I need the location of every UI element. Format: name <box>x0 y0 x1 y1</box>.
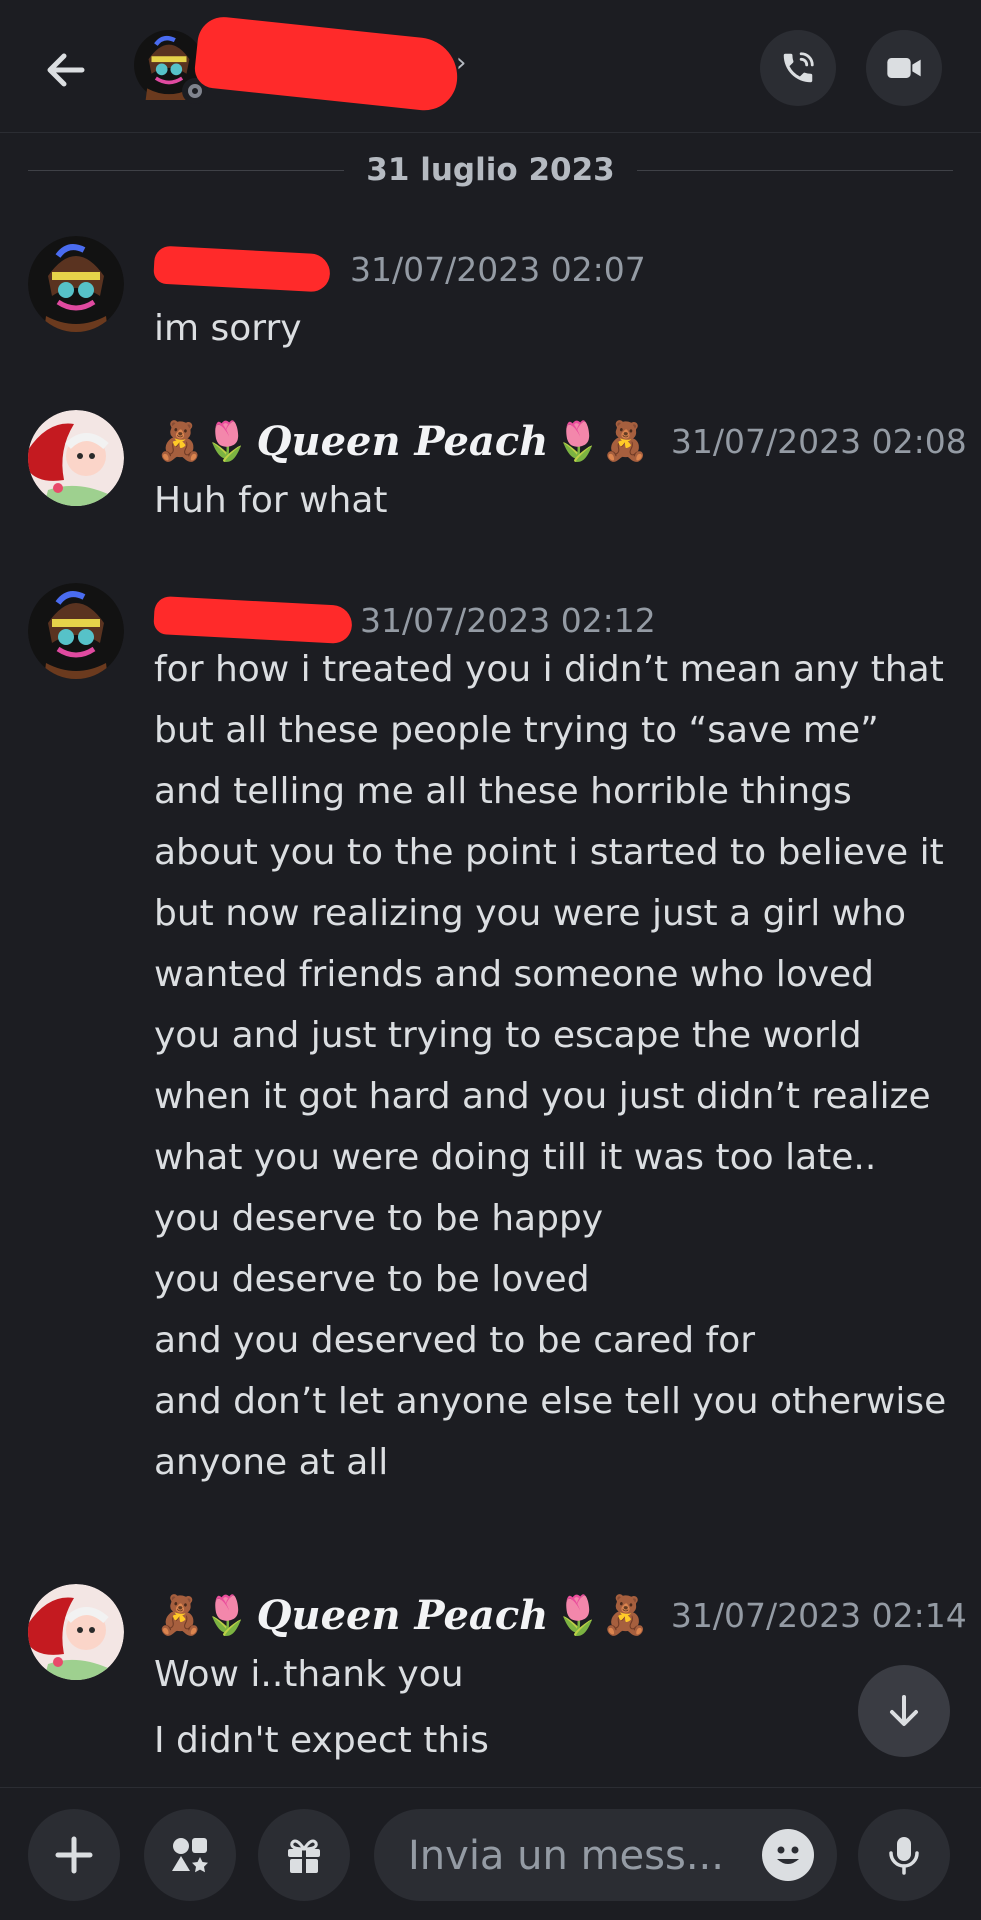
message-line: you deserve to be loved <box>154 1259 590 1300</box>
divider-date: 31 luglio 2023 <box>366 152 615 188</box>
author-name[interactable]: Queen Peach <box>257 1592 549 1639</box>
date-divider: 31 luglio 2023 <box>28 148 954 192</box>
message-line: im sorry <box>154 308 302 349</box>
back-arrow-icon[interactable] <box>36 40 96 100</box>
emoji-icon <box>777 1846 799 1864</box>
author-avatar[interactable] <box>28 410 124 506</box>
message-line: what you were doing till it was too late… <box>154 1137 877 1178</box>
video-camera-icon <box>887 58 921 78</box>
message-line: anyone at all <box>154 1442 389 1483</box>
phone-call-icon <box>783 52 814 83</box>
message-line: but now realizing you were just a girl w… <box>154 893 906 934</box>
message-composer <box>0 1787 981 1920</box>
gift-button[interactable] <box>258 1809 350 1901</box>
message-timestamp: 31/07/2023 02:12 <box>360 600 656 640</box>
message-timestamp: 31/07/2023 02:14 <box>670 1595 967 1635</box>
message-line: but all these people trying to “save me” <box>154 710 879 751</box>
author-name-redaction[interactable] <box>153 595 353 645</box>
message-timestamp: 31/07/2023 02:07 <box>350 249 646 289</box>
message-timestamp: 31/07/2023 02:08 <box>670 421 967 461</box>
decor-emoji-left: 🧸🌷 <box>156 1592 251 1637</box>
author-name-redaction[interactable] <box>153 245 331 293</box>
message-line: when it got hard and you just didn’t rea… <box>154 1076 931 1117</box>
message-line: I didn't expect this <box>154 1720 489 1761</box>
message-input-container[interactable] <box>374 1809 837 1903</box>
arrow-down-icon <box>890 1695 918 1726</box>
chevron-right-icon[interactable]: › <box>456 48 466 78</box>
author-avatar[interactable] <box>28 1584 124 1680</box>
jump-to-bottom-button[interactable] <box>858 1665 950 1757</box>
message-line: and you deserved to be cared for <box>154 1320 756 1361</box>
divider-line-right <box>636 169 954 171</box>
voice-call-button[interactable] <box>760 30 836 106</box>
video-call-button[interactable] <box>866 30 942 106</box>
message-input[interactable] <box>406 1809 740 1903</box>
attach-button[interactable] <box>28 1809 120 1901</box>
author-avatar[interactable] <box>28 583 124 679</box>
chat-header: › <box>0 0 981 133</box>
emoji-button[interactable] <box>762 1829 814 1881</box>
message-line: and telling me all these horrible things <box>154 771 852 812</box>
plus-icon <box>55 1836 93 1874</box>
message-line: you deserve to be happy <box>154 1198 604 1239</box>
apps-icon <box>172 1838 208 1873</box>
decor-emoji-right: 🌷🧸 <box>554 1592 649 1637</box>
microphone-icon <box>889 1837 919 1875</box>
message-line: Wow i..thank you <box>154 1654 464 1695</box>
gift-icon <box>288 1839 320 1873</box>
message-line: you and just trying to escape the world <box>154 1015 862 1056</box>
message-line: Huh for what <box>154 480 388 521</box>
message-line: and don’t let anyone else tell you other… <box>154 1381 947 1422</box>
message-line: for how i treated you i didn’t mean any … <box>154 649 944 690</box>
divider-line-left <box>28 169 345 171</box>
apps-button[interactable] <box>144 1809 236 1901</box>
message-line: about you to the point i started to beli… <box>154 832 944 873</box>
author-avatar[interactable] <box>28 236 124 332</box>
message-line: wanted friends and someone who loved <box>154 954 875 995</box>
voice-message-button[interactable] <box>858 1809 950 1901</box>
author-name[interactable]: Queen Peach <box>257 418 549 465</box>
decor-emoji-left: 🧸🌷 <box>156 418 251 463</box>
contact-name-redaction[interactable] <box>192 14 462 114</box>
decor-emoji-right: 🌷🧸 <box>554 418 649 463</box>
